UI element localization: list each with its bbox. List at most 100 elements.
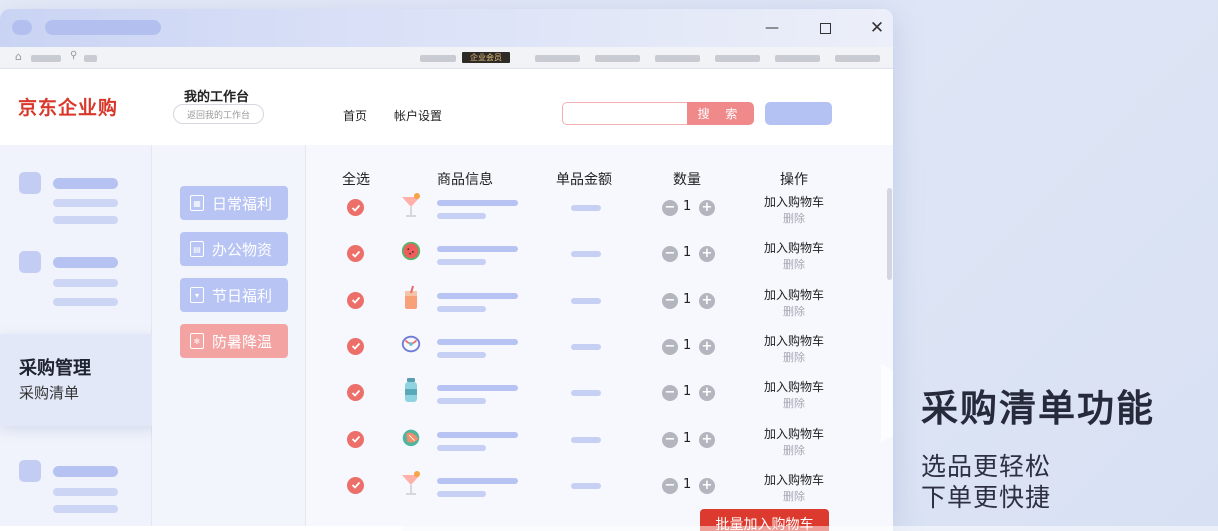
scrollbar[interactable] [887,188,892,280]
row-checkbox[interactable] [347,245,364,263]
add-to-cart-link[interactable]: 加入购物车 [764,239,824,256]
topbar-link-3[interactable] [655,55,700,62]
watermelon-icon[interactable] [400,237,422,265]
sidebar-subitem[interactable] [53,298,118,306]
decrease-quantity-button[interactable]: − [662,431,678,448]
product-spec-placeholder [437,444,486,451]
product-name-placeholder[interactable] [437,477,518,484]
decrease-quantity-button[interactable]: − [662,200,678,216]
maximize-button[interactable] [812,17,838,39]
sidebar-item-icon[interactable] [19,172,41,194]
logo[interactable]: 京东企业购 [18,93,118,120]
product-name-placeholder[interactable] [437,338,518,345]
search-button[interactable]: 搜 索 [687,102,754,125]
increase-quantity-button[interactable]: + [699,200,715,216]
home-icon[interactable]: ⌂ [15,50,22,63]
increase-quantity-button[interactable]: + [699,477,715,494]
add-to-cart-link[interactable]: 加入购物车 [764,471,824,488]
product-name-placeholder[interactable] [437,292,518,299]
sidebar-subitem[interactable] [53,279,118,287]
row-checkbox[interactable] [347,291,364,309]
shell-icon[interactable] [400,423,422,451]
header-action-button[interactable] [765,102,832,125]
increase-quantity-button[interactable]: + [699,246,715,263]
cocktail-icon[interactable] [400,191,422,219]
minimize-button[interactable]: — [759,17,785,39]
delete-link[interactable]: 删除 [783,256,805,272]
header-select-all[interactable]: 全选 [342,169,370,189]
delete-link[interactable]: 删除 [783,488,805,504]
quantity-value[interactable]: 1 [683,431,691,446]
decrease-quantity-button[interactable]: − [662,385,678,402]
close-button[interactable]: ✕ [864,17,890,39]
delete-link[interactable]: 删除 [783,210,805,226]
search-input[interactable] [562,102,692,125]
add-to-cart-link[interactable]: 加入购物车 [764,378,824,395]
delete-link[interactable]: 删除 [783,303,805,319]
fan-icon[interactable] [400,330,422,358]
juice-cup-icon[interactable] [400,284,422,312]
quantity-value[interactable]: 1 [683,338,691,353]
sidebar-item-label[interactable] [53,178,118,189]
quantity-value[interactable]: 1 [683,199,691,214]
nav-home[interactable]: 首页 [343,107,367,124]
decrease-quantity-button[interactable]: − [662,338,678,355]
increase-quantity-button[interactable]: + [699,338,715,355]
sidebar-item-procurement[interactable]: 采购管理 采购清单 [0,334,157,426]
row-checkbox[interactable] [347,337,364,355]
add-to-cart-link[interactable]: 加入购物车 [764,332,824,349]
delete-link[interactable]: 删除 [783,395,805,411]
water-bottle-icon[interactable] [400,376,422,404]
quantity-value[interactable]: 1 [683,245,691,260]
play-icon[interactable] [881,364,893,442]
header-unit-price: 单品金额 [556,172,612,188]
cocktail-icon[interactable] [400,469,422,497]
decrease-quantity-button[interactable]: − [662,292,678,309]
quantity-value[interactable]: 1 [683,384,691,399]
category-heat-relief[interactable]: ❄ 防暑降温 [180,324,288,358]
checkmark-icon [351,250,360,258]
topbar-link-5[interactable] [775,55,820,62]
row-checkbox[interactable] [347,199,364,216]
topbar-link-2[interactable] [595,55,640,62]
tab-title-placeholder[interactable] [45,20,161,35]
sidebar-subitem[interactable] [53,216,118,224]
product-name-placeholder[interactable] [437,246,518,253]
category-office-supplies[interactable]: ▤ 办公物资 [180,232,288,266]
category-holiday-welfare[interactable]: ▾ 节日福利 [180,278,288,312]
quantity-value[interactable]: 1 [683,292,691,307]
product-name-placeholder[interactable] [437,200,518,206]
row-checkbox[interactable] [347,430,364,448]
topbar-link-6[interactable] [835,55,880,62]
category-daily-welfare[interactable]: ▦ 日常福利 [180,186,288,220]
back-to-workbench-button[interactable]: 返回我的工作台 [173,104,264,124]
increase-quantity-button[interactable]: + [699,292,715,309]
topbar-link-1[interactable] [535,55,580,62]
sidebar-item-label[interactable] [53,466,118,477]
increase-quantity-button[interactable]: + [699,385,715,402]
sidebar-item-icon[interactable] [19,460,41,482]
decrease-quantity-button[interactable]: − [662,477,678,494]
delete-link[interactable]: 删除 [783,442,805,458]
nav-account-settings[interactable]: 帐户设置 [394,107,442,124]
sidebar-active-subitem[interactable]: 采购清单 [19,382,79,403]
add-to-cart-link[interactable]: 加入购物车 [764,193,824,210]
quantity-value[interactable]: 1 [683,477,691,492]
row-checkbox[interactable] [347,384,364,402]
sidebar-item-label[interactable] [53,257,118,268]
product-name-placeholder[interactable] [437,431,518,438]
increase-quantity-button[interactable]: + [699,431,715,448]
product-name-placeholder[interactable] [437,385,518,392]
delete-link[interactable]: 删除 [783,349,805,365]
add-to-cart-link[interactable]: 加入购物车 [764,286,824,303]
add-to-cart-link[interactable]: 加入购物车 [764,425,824,442]
location-pin-icon[interactable]: ⚲ [70,50,77,61]
sidebar-subitem[interactable] [53,488,118,496]
sidebar-subitem[interactable] [53,505,118,513]
topbar-link-4[interactable] [715,55,760,62]
sidebar-item-icon[interactable] [19,251,41,273]
decrease-quantity-button[interactable]: − [662,246,678,263]
row-checkbox[interactable] [347,476,364,494]
sidebar-subitem[interactable] [53,199,118,207]
user-placeholder[interactable] [420,55,456,62]
